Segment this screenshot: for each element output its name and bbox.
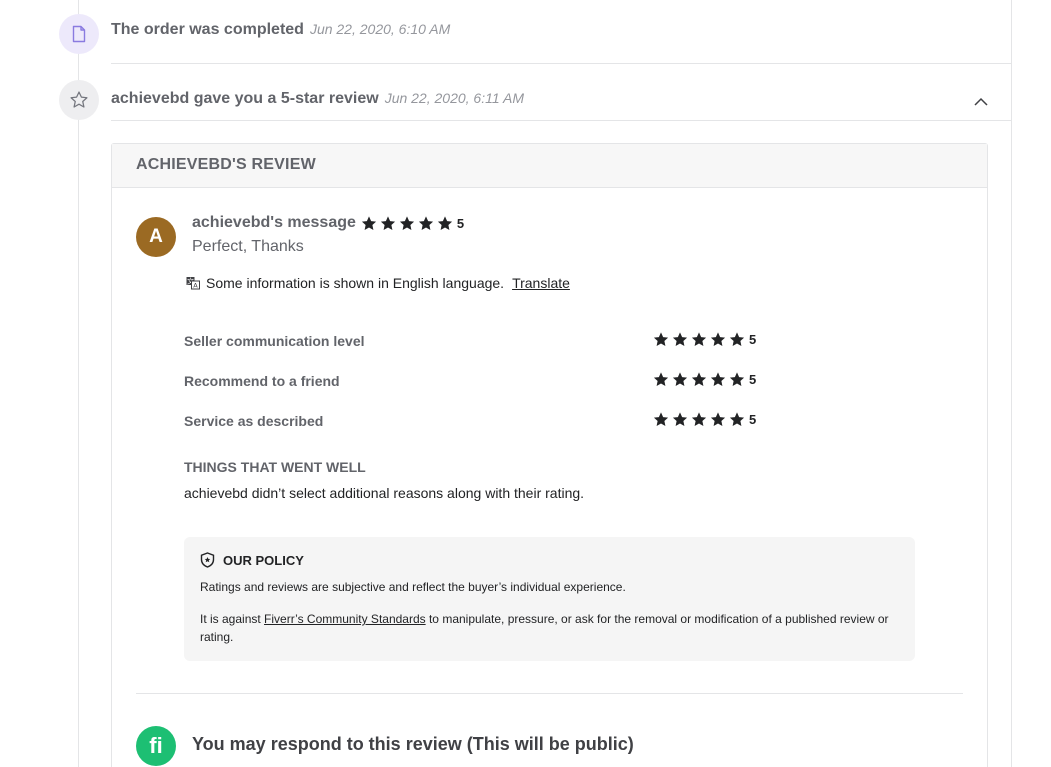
star-icon <box>653 372 669 387</box>
star-icon <box>653 332 669 347</box>
star-icon <box>437 215 452 230</box>
star-rating: 5 <box>652 411 756 428</box>
star-icon <box>729 372 745 387</box>
star-icon <box>361 215 376 230</box>
respond-title: You may respond to this review (This wil… <box>192 734 634 754</box>
went-well-title: THINGS THAT WENT WELL <box>184 459 366 475</box>
panel-right-border <box>1011 0 1012 767</box>
star-icon <box>672 332 688 347</box>
star-rating: 5 <box>652 371 756 388</box>
policy-text: Ratings and reviews are subjective and r… <box>200 580 626 594</box>
went-well-text: achievebd didn’t select additional reaso… <box>184 485 585 501</box>
star-icon <box>710 412 726 427</box>
star-icon <box>691 412 707 427</box>
order-completed-event-icon <box>59 14 99 54</box>
rating-row-communication: Seller communication level 5 <box>184 331 784 351</box>
event-date: Jun 22, 2020, 6:10 AM <box>309 21 451 37</box>
star-icon <box>672 412 688 427</box>
message-title: achievebd's message <box>192 214 356 231</box>
event-date: Jun 22, 2020, 6:11 AM <box>384 90 525 106</box>
policy-title-row: OUR POLICY <box>200 552 304 568</box>
policy-box: OUR POLICY Ratings and reviews are subje… <box>184 537 915 661</box>
review-event: achievebd gave you a 5-star review Jun 22… <box>111 90 524 108</box>
message-title-row: achievebd's message 5 <box>192 214 464 232</box>
policy-text-before: It is against <box>200 612 265 626</box>
divider <box>111 63 1011 64</box>
order-completed-event: The order was completed Jun 22, 2020, 6:1… <box>111 21 450 39</box>
policy-text: It is against Fiverr’s Community Standar… <box>200 610 900 646</box>
translate-link[interactable]: Translate <box>512 275 570 291</box>
star-icon <box>380 215 395 230</box>
avatar: A <box>136 217 176 257</box>
star-icon <box>653 412 669 427</box>
rating-row-service: Service as described 5 <box>184 411 784 431</box>
fiverr-logo: fi <box>136 726 176 766</box>
rating-label: Service as described <box>184 413 324 429</box>
star-icon <box>710 332 726 347</box>
shield-icon <box>200 552 215 568</box>
star-icon <box>399 215 414 230</box>
star-rating: 5 <box>652 331 756 348</box>
rating-value: 5 <box>749 412 757 427</box>
star-icon <box>672 372 688 387</box>
star-icon <box>418 215 433 230</box>
policy-title: OUR POLICY <box>223 552 304 568</box>
message-star-rating: 5 <box>360 215 464 232</box>
star-icon <box>729 412 745 427</box>
document-icon <box>72 25 86 43</box>
translate-icon: 文 A <box>186 277 200 290</box>
star-icon <box>691 372 707 387</box>
review-event-icon <box>59 80 99 120</box>
rating-value: 5 <box>749 372 757 387</box>
rating-row-recommend: Recommend to a friend 5 <box>184 371 784 391</box>
divider <box>136 693 963 694</box>
rating-label: Recommend to a friend <box>184 373 340 389</box>
event-title: The order was completed <box>111 21 304 38</box>
rating-value: 5 <box>456 215 465 231</box>
star-icon <box>691 332 707 347</box>
star-outline-icon <box>70 91 88 108</box>
review-header: ACHIEVEBD'S REVIEW <box>112 144 987 188</box>
star-icon <box>729 332 745 347</box>
event-title: achievebd gave you a 5-star review <box>111 90 379 107</box>
svg-text:A: A <box>193 282 198 290</box>
rating-value: 5 <box>749 332 757 347</box>
star-icon <box>710 372 726 387</box>
message-text: Perfect, Thanks <box>192 238 304 255</box>
rating-label: Seller communication level <box>184 333 365 349</box>
chevron-up-icon[interactable] <box>972 95 990 109</box>
review-card: ACHIEVEBD'S REVIEW A achievebd's message… <box>111 143 988 767</box>
community-standards-link[interactable]: Fiverr’s Community Standards <box>264 612 426 626</box>
divider <box>111 120 1011 121</box>
translate-notice: Some information is shown in English lan… <box>206 275 505 291</box>
translate-row: 文 A Some information is shown in English… <box>186 275 570 291</box>
